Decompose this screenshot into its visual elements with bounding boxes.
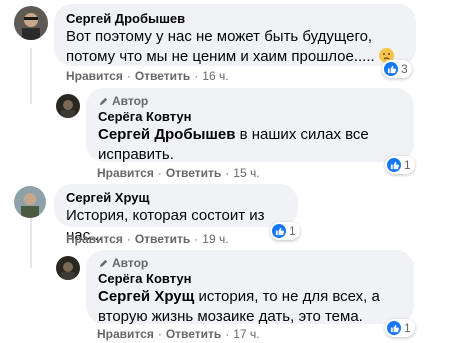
separator: · bbox=[157, 166, 162, 180]
comment-actions: Нравится · Ответить · 17 ч. bbox=[97, 327, 260, 341]
comment-author[interactable]: Серёга Ковтун bbox=[98, 270, 402, 287]
avatar-serega-kovtun[interactable] bbox=[56, 256, 80, 280]
comment-text: Вот поэтому у нас не может быть будущего… bbox=[66, 27, 404, 67]
comment-author[interactable]: Серёга Ковтун bbox=[98, 108, 402, 125]
reaction-count[interactable]: 3 bbox=[382, 60, 412, 78]
comment-actions: Нравится · Ответить · 15 ч. bbox=[97, 166, 260, 180]
comment-actions: Нравится · Ответить · 19 ч. bbox=[66, 232, 229, 246]
reaction-number: 1 bbox=[289, 224, 296, 238]
reaction-number: 1 bbox=[404, 321, 411, 335]
author-badge: Автор bbox=[98, 256, 402, 270]
mention-link[interactable]: Сергей Дробышев bbox=[98, 126, 235, 143]
separator: · bbox=[157, 327, 162, 341]
avatar-sergey-drobyshev[interactable] bbox=[14, 6, 48, 40]
reply-button[interactable]: Ответить bbox=[135, 69, 190, 83]
like-button[interactable]: Нравится bbox=[66, 69, 123, 83]
author-badge-label: Автор bbox=[112, 256, 149, 270]
author-badge-label: Автор bbox=[112, 94, 149, 108]
thread-line bbox=[30, 48, 32, 104]
like-button[interactable]: Нравится bbox=[66, 232, 123, 246]
timestamp[interactable]: 16 ч. bbox=[202, 69, 228, 83]
comment-text: Сергей Хрущ история, то не для всех, а в… bbox=[98, 287, 402, 327]
comment-bubble: Сергей Дробышев Вот поэтому у нас не мож… bbox=[54, 4, 416, 66]
comment-bubble: Сергей Хрущ История, которая состоит из … bbox=[54, 184, 298, 244]
avatar-serega-kovtun[interactable] bbox=[56, 94, 80, 118]
comment-actions: Нравится · Ответить · 16 ч. bbox=[66, 69, 229, 83]
like-reaction-icon bbox=[384, 62, 398, 76]
separator: · bbox=[225, 327, 230, 341]
reply-button[interactable]: Ответить bbox=[166, 327, 221, 341]
separator: · bbox=[126, 69, 131, 83]
like-button[interactable]: Нравится bbox=[97, 166, 154, 180]
timestamp[interactable]: 19 ч. bbox=[202, 232, 228, 246]
mention-link[interactable]: Сергей Хрущ bbox=[98, 288, 194, 305]
reaction-count[interactable]: 1 bbox=[385, 156, 415, 174]
reply-button[interactable]: Ответить bbox=[135, 232, 190, 246]
like-reaction-icon bbox=[387, 321, 401, 335]
timestamp[interactable]: 17 ч. bbox=[233, 327, 259, 341]
like-button[interactable]: Нравится bbox=[97, 327, 154, 341]
reaction-count[interactable]: 1 bbox=[270, 222, 300, 240]
comment-author[interactable]: Сергей Дробышев bbox=[66, 10, 404, 27]
separator: · bbox=[194, 69, 199, 83]
like-reaction-icon bbox=[387, 158, 401, 172]
reply-button[interactable]: Ответить bbox=[166, 166, 221, 180]
reply-bubble: Автор Серёга Ковтун Сергей Хрущ история,… bbox=[86, 250, 414, 327]
comment-body: Вот поэтому у нас не может быть будущего… bbox=[66, 28, 375, 65]
separator: · bbox=[225, 166, 230, 180]
comment-author[interactable]: Сергей Хрущ bbox=[66, 189, 286, 206]
timestamp[interactable]: 15 ч. bbox=[233, 166, 259, 180]
reaction-number: 3 bbox=[401, 62, 408, 76]
pencil-icon bbox=[99, 97, 108, 105]
like-reaction-icon bbox=[272, 224, 286, 238]
thread-line bbox=[30, 212, 32, 268]
reply-bubble: Автор Серёга Ковтун Сергей Дробышев в на… bbox=[86, 88, 414, 165]
separator: · bbox=[126, 232, 131, 246]
reaction-number: 1 bbox=[404, 158, 411, 172]
separator: · bbox=[194, 232, 199, 246]
author-badge: Автор bbox=[98, 94, 402, 108]
avatar-sergey-khrushch[interactable] bbox=[14, 186, 46, 218]
reaction-count[interactable]: 1 bbox=[385, 319, 415, 337]
comment-text: Сергей Дробышев в наших силах все исправ… bbox=[98, 125, 402, 165]
pencil-icon bbox=[99, 259, 108, 267]
